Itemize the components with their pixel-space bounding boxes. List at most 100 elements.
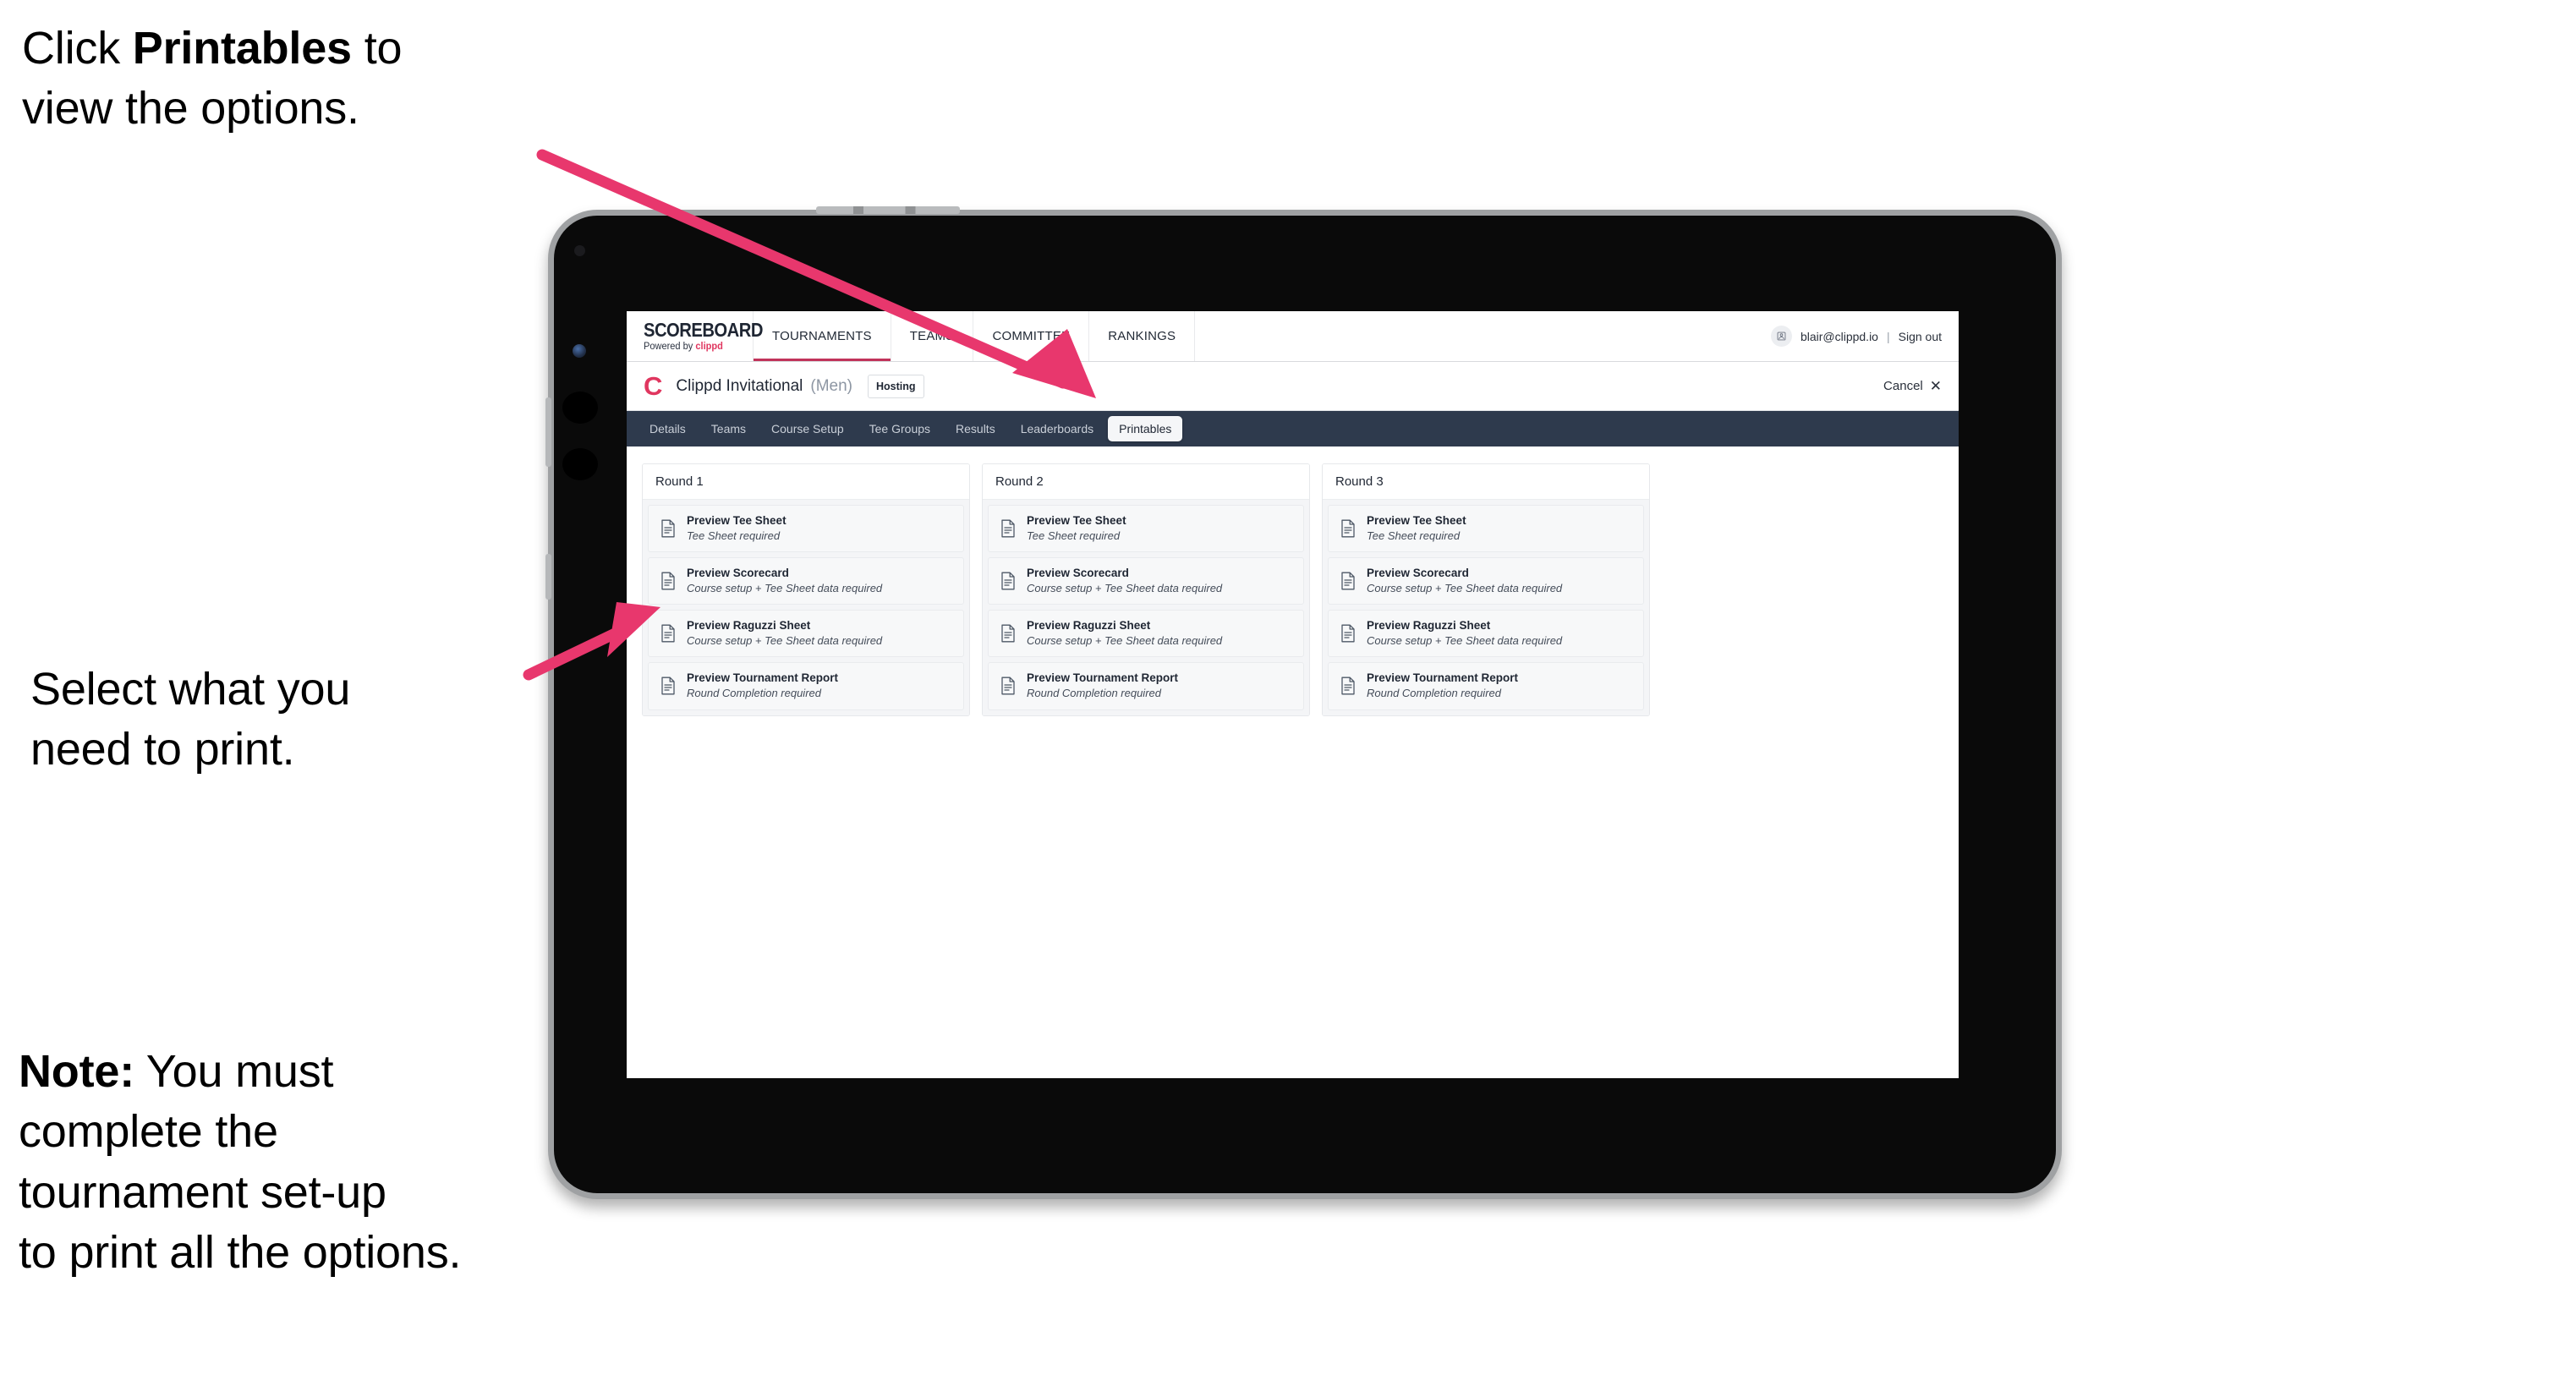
printable-title: Preview Scorecard (1367, 567, 1469, 580)
document-icon (1340, 519, 1356, 538)
round-2-heading: Round 2 (983, 464, 1309, 500)
hosting-badge: Hosting (868, 374, 924, 398)
tab-tee-groups[interactable]: Tee Groups (858, 416, 941, 441)
camera-icon (574, 245, 585, 256)
tab-results[interactable]: Results (945, 416, 1006, 441)
nav-item-teams[interactable]: TEAMS (891, 311, 974, 361)
annotation-click-printables: Click Printables to view the options. (22, 19, 580, 140)
document-icon (1000, 624, 1016, 643)
document-icon (1340, 677, 1356, 695)
user-email-label: blair@clippd.io (1800, 329, 1878, 343)
document-icon (1000, 572, 1016, 590)
nav-item-committee[interactable]: COMMITTEE (973, 311, 1090, 361)
tablet-volume-rail (545, 397, 551, 467)
primary-nav: TOURNAMENTS TEAMS COMMITTEE RANKINGS (754, 311, 1196, 361)
printable-preview-scorecard[interactable]: Preview Scorecard Course setup + Tee She… (1328, 557, 1644, 605)
document-icon (1000, 677, 1016, 695)
document-icon (1340, 624, 1356, 643)
annotation-click-prefix: Click (22, 23, 133, 74)
printable-requirement: Tee Sheet required (1367, 529, 1461, 542)
account-area: blair@clippd.io | Sign out (1770, 311, 1959, 361)
round-3-items: Preview Tee Sheet Tee Sheet required Pre… (1323, 500, 1649, 715)
printable-title: Preview Raguzzi Sheet (1027, 619, 1151, 633)
printable-preview-tee-sheet[interactable]: Preview Tee Sheet Tee Sheet required (988, 505, 1304, 553)
printables-rounds-grid: Round 1 Preview Tee Sheet Tee Sheet requ… (627, 446, 1959, 733)
printable-title: Preview Tee Sheet (687, 514, 787, 527)
tournament-name: Clippd Invitational (676, 376, 803, 395)
annotation-click-bold: Printables (132, 23, 352, 74)
printable-requirement: Course setup + Tee Sheet data required (1027, 634, 1223, 648)
tab-details[interactable]: Details (639, 416, 697, 441)
printable-preview-scorecard[interactable]: Preview Scorecard Course setup + Tee She… (988, 557, 1304, 605)
printable-requirement: Course setup + Tee Sheet data required (687, 634, 883, 648)
printable-title: Preview Tournament Report (1027, 671, 1179, 685)
printable-title: Preview Scorecard (687, 567, 789, 580)
tournament-header: C Clippd Invitational (Men) Hosting Canc… (627, 362, 1959, 411)
printable-preview-tee-sheet[interactable]: Preview Tee Sheet Tee Sheet required (1328, 505, 1644, 553)
printable-title: Preview Raguzzi Sheet (1367, 619, 1491, 633)
printable-title: Preview Tournament Report (1367, 671, 1519, 685)
logo-tagline-prefix: Powered by (644, 341, 696, 352)
printable-preview-tournament-report[interactable]: Preview Tournament Report Round Completi… (648, 662, 964, 710)
printable-title: Preview Tournament Report (687, 671, 839, 685)
tablet-device: SCOREBOARD Powered by clippd TOURNAMENTS… (545, 206, 2062, 1199)
cancel-button[interactable]: Cancel ✕ (1883, 379, 1942, 393)
printable-preview-raguzzi-sheet[interactable]: Preview Raguzzi Sheet Course setup + Tee… (1328, 610, 1644, 658)
section-tabs: Details Teams Course Setup Tee Groups Re… (627, 411, 1959, 446)
global-header: SCOREBOARD Powered by clippd TOURNAMENTS… (627, 311, 1959, 362)
document-icon (660, 519, 676, 538)
clippd-mark-icon: C (644, 371, 663, 401)
printable-title: Preview Raguzzi Sheet (687, 619, 811, 633)
printable-requirement: Tee Sheet required (1027, 529, 1121, 542)
screenshot-canvas: Click Printables to view the options. Se… (0, 0, 2576, 1386)
printable-preview-raguzzi-sheet[interactable]: Preview Raguzzi Sheet Course setup + Tee… (988, 610, 1304, 658)
close-icon: ✕ (1929, 378, 1942, 394)
document-icon (1000, 519, 1016, 538)
document-icon (1340, 572, 1356, 590)
round-1-items: Preview Tee Sheet Tee Sheet required Pre… (643, 500, 969, 715)
printable-requirement: Course setup + Tee Sheet data required (1027, 581, 1223, 594)
logo-wordmark: SCOREBOARD (644, 318, 763, 341)
annotation-select-what-to-print: Select what you need to print. (30, 664, 351, 775)
printable-requirement: Course setup + Tee Sheet data required (1367, 581, 1563, 594)
logo-tagline-brand: clippd (695, 341, 723, 352)
app-screen: SCOREBOARD Powered by clippd TOURNAMENTS… (627, 311, 1959, 1078)
nav-item-rankings[interactable]: RANKINGS (1089, 311, 1196, 361)
printable-requirement: Round Completion required (1027, 687, 1161, 700)
user-avatar-icon[interactable] (1770, 326, 1792, 347)
printable-preview-scorecard[interactable]: Preview Scorecard Course setup + Tee She… (648, 557, 964, 605)
printable-title: Preview Scorecard (1027, 567, 1129, 580)
bezel-button-upper[interactable] (562, 392, 598, 424)
round-2-items: Preview Tee Sheet Tee Sheet required Pre… (983, 500, 1309, 715)
tab-course-setup[interactable]: Course Setup (760, 416, 855, 441)
document-icon (660, 572, 676, 590)
round-3-heading: Round 3 (1323, 464, 1649, 500)
logo-tagline: Powered by clippd (644, 342, 748, 353)
printable-requirement: Round Completion required (1367, 687, 1501, 700)
nav-item-tournaments[interactable]: TOURNAMENTS (754, 311, 891, 361)
status-led-icon (573, 344, 586, 358)
printable-preview-tournament-report[interactable]: Preview Tournament Report Round Completi… (988, 662, 1304, 710)
tab-printables[interactable]: Printables (1108, 416, 1183, 441)
printable-preview-raguzzi-sheet[interactable]: Preview Raguzzi Sheet Course setup + Tee… (648, 610, 964, 658)
document-icon (660, 677, 676, 695)
sign-out-link[interactable]: Sign out (1899, 330, 1942, 343)
tournament-gender: (Men) (810, 376, 852, 395)
bezel-button-lower[interactable] (562, 448, 598, 480)
printable-preview-tournament-report[interactable]: Preview Tournament Report Round Completi… (1328, 662, 1644, 710)
cancel-label: Cancel (1883, 379, 1923, 393)
tablet-power-rail (545, 554, 551, 600)
printable-preview-tee-sheet[interactable]: Preview Tee Sheet Tee Sheet required (648, 505, 964, 553)
account-separator: | (1886, 329, 1890, 343)
printable-requirement: Tee Sheet required (687, 529, 781, 542)
tablet-speaker-grille (816, 206, 960, 214)
tab-leaderboards[interactable]: Leaderboards (1010, 416, 1104, 441)
annotation-note-bold: Note: (19, 1046, 134, 1097)
round-column-3: Round 3 Preview Tee Sheet Tee Sheet requ… (1322, 463, 1650, 716)
printable-requirement: Course setup + Tee Sheet data required (1367, 634, 1563, 648)
tab-teams[interactable]: Teams (700, 416, 757, 441)
round-column-2: Round 2 Preview Tee Sheet Tee Sheet requ… (982, 463, 1310, 716)
scoreboard-logo[interactable]: SCOREBOARD Powered by clippd (627, 311, 763, 361)
printable-title: Preview Tee Sheet (1367, 514, 1466, 527)
printable-title: Preview Tee Sheet (1027, 514, 1126, 527)
